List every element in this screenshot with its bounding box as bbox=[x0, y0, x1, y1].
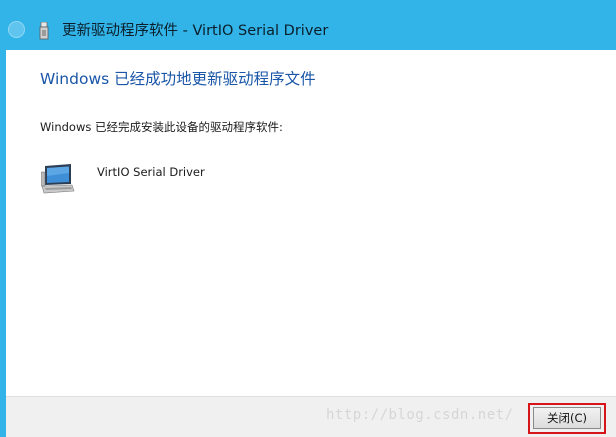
titlebar: 更新驱动程序软件 - VirtIO Serial Driver bbox=[0, 0, 616, 50]
window-title: 更新驱动程序软件 - VirtIO Serial Driver bbox=[62, 23, 329, 39]
content-area: Windows 已经成功地更新驱动程序文件 Windows 已经完成安装此设备的… bbox=[6, 50, 616, 396]
watermark-text: http://blog.csdn.net/ bbox=[326, 407, 514, 423]
status-message: Windows 已经完成安装此设备的驱动程序软件: bbox=[40, 120, 283, 134]
device-name: VirtIO Serial Driver bbox=[97, 165, 205, 179]
dialog-footer: http://blog.csdn.net/ 关闭(C) bbox=[6, 396, 616, 437]
usb-device-icon bbox=[39, 22, 49, 40]
page-heading: Windows 已经成功地更新驱动程序文件 bbox=[40, 70, 316, 88]
back-arrow-icon[interactable] bbox=[8, 21, 25, 38]
computer-monitor-icon bbox=[41, 164, 75, 194]
update-driver-dialog: 更新驱动程序软件 - VirtIO Serial Driver Windows … bbox=[0, 0, 616, 437]
close-button[interactable]: 关闭(C) bbox=[533, 407, 601, 429]
